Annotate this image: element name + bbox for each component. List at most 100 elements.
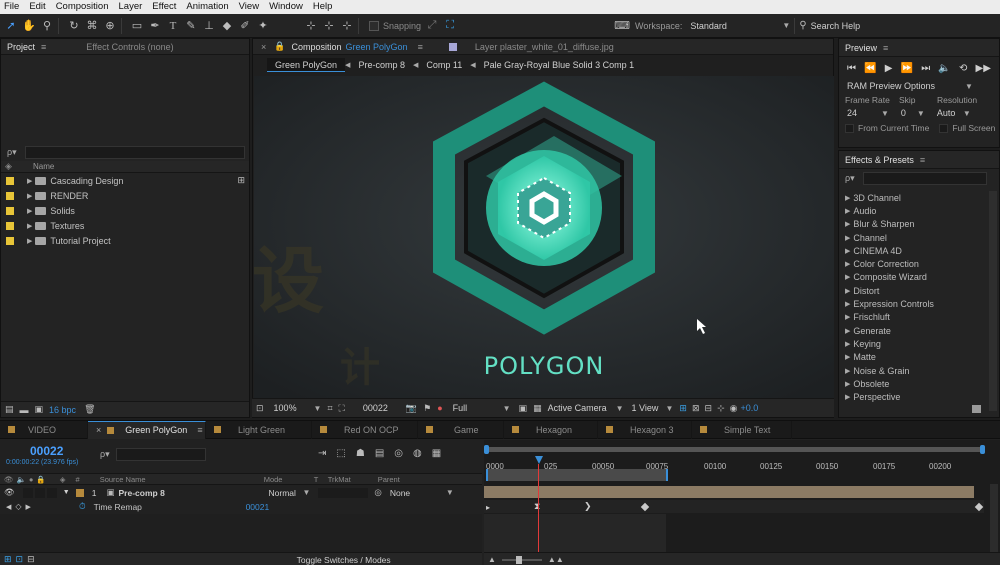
project-item-cascading-design[interactable]: ▶ Cascading Design ⊞ <box>1 173 249 188</box>
work-area-end-handle[interactable] <box>980 445 985 454</box>
mode-dropdown-icon[interactable]: ▼ <box>303 488 311 497</box>
views-select[interactable]: 1 View <box>632 403 666 413</box>
expand-arrow-icon[interactable]: ▶ <box>27 177 32 185</box>
motion-blur-icon[interactable]: ◎ <box>394 448 403 459</box>
skip-dropdown-icon[interactable]: ▼ <box>917 109 925 118</box>
close-tab-icon[interactable]: × <box>261 42 266 52</box>
menu-view[interactable]: View <box>235 0 265 14</box>
camera-dropdown-icon[interactable]: ▼ <box>616 404 624 413</box>
tab-effect-controls[interactable]: Effect Controls (none) <box>86 42 173 52</box>
grid-icon[interactable]: ⌗ <box>327 403 332 414</box>
timeline-tab-simple-text[interactable]: Simple Text <box>692 420 792 439</box>
new-folder-icon[interactable]: ▬ <box>20 405 29 415</box>
brush-tool-icon[interactable]: ✎ <box>184 19 198 33</box>
project-column-name[interactable]: Name <box>33 162 54 171</box>
expand-arrow-icon[interactable]: ▶ <box>27 222 32 230</box>
expand-arrow-icon[interactable]: ▶ <box>27 192 32 200</box>
time-remap-row[interactable]: ◀ ◇ ▶ ⏱ Time Remap 00021 <box>0 500 482 513</box>
effect-category[interactable]: ▶ Channel <box>839 231 999 244</box>
graph-editor-icon[interactable]: ▦ <box>432 448 441 459</box>
resolution-dropdown-icon[interactable]: ▼ <box>503 404 511 413</box>
clone-stamp-tool-icon[interactable]: ⊥ <box>202 19 216 33</box>
layer-duration-bar[interactable] <box>484 486 974 498</box>
ram-preview-options-row[interactable]: RAM Preview Options ▼ <box>839 79 999 93</box>
expand-arrow-icon[interactable]: ▶ <box>845 300 850 308</box>
breadcrumb-green-polygon[interactable]: Green PolyGon <box>267 58 346 72</box>
last-frame-icon[interactable]: ⏭ <box>921 63 930 74</box>
pan-behind-tool-icon[interactable]: ⊕ <box>103 19 117 33</box>
effect-category[interactable]: ▶ Keying <box>839 337 999 350</box>
eye-column-icon[interactable]: 👁 <box>4 475 14 484</box>
interpret-footage-icon[interactable]: ▤ <box>5 404 14 415</box>
tab-project[interactable]: Project <box>7 42 35 52</box>
close-tab-icon[interactable]: × <box>96 425 101 435</box>
composition-viewer[interactable]: 设 中 计 POLYGON <box>254 76 834 398</box>
camera-select[interactable]: Active Camera <box>548 403 616 413</box>
layer-row[interactable]: 👁 ▼ 1 ▣ Pre-comp 8 Normal ▼ ◎ None ▼ <box>0 486 482 499</box>
parent-select[interactable]: None <box>390 488 446 498</box>
effect-category[interactable]: ▶ Perspective <box>839 390 999 403</box>
toggle-pixel-aspect-icon[interactable]: ⊞ <box>679 403 687 414</box>
snapping-checkbox[interactable] <box>369 20 379 31</box>
label-swatch[interactable] <box>6 206 14 215</box>
camera-tool-icon[interactable]: ⌘ <box>85 19 99 33</box>
trash-icon[interactable]: 🗑 <box>84 404 95 415</box>
keyframe-diamond[interactable] <box>640 502 650 512</box>
in-out-icon[interactable]: ⊟ <box>27 554 35 565</box>
flowchart-icon[interactable]: ⊹ <box>717 403 725 414</box>
expand-arrow-icon[interactable]: ▶ <box>845 194 850 202</box>
expand-arrow-icon[interactable]: ▶ <box>845 207 850 215</box>
effect-category[interactable]: ▶ Matte <box>839 351 999 364</box>
zoom-dropdown-icon[interactable]: ▼ <box>314 404 322 413</box>
preview-title[interactable]: Preview <box>845 43 877 53</box>
search-help-icon[interactable]: ⚲ <box>799 20 806 31</box>
layer-name[interactable]: Pre-comp 8 <box>119 488 269 498</box>
project-search-input[interactable] <box>25 145 245 159</box>
expand-arrow-icon[interactable]: ▶ <box>845 353 850 361</box>
menu-window[interactable]: Window <box>265 0 309 14</box>
audio-column-icon[interactable]: 🔈 <box>17 475 26 484</box>
ram-preview-options[interactable]: RAM Preview Options <box>847 81 965 91</box>
label-swatch[interactable] <box>6 221 14 230</box>
zoom-out-icon[interactable]: ▲ <box>488 555 496 564</box>
expand-arrow-icon[interactable]: ▶ <box>845 220 850 228</box>
keyframe-diamond[interactable] <box>974 502 984 512</box>
label-swatch[interactable] <box>6 176 14 185</box>
panel-menu-icon[interactable]: ≡ <box>197 425 202 435</box>
work-area-start-handle[interactable] <box>484 445 489 454</box>
menu-help[interactable]: Help <box>309 0 339 14</box>
timeline-scrollbar[interactable] <box>990 484 998 552</box>
from-current-time-checkbox[interactable] <box>845 123 854 133</box>
show-snapshot-icon[interactable]: ⚑ <box>423 403 431 414</box>
timeline-tab-red-on-ocp[interactable]: Red ON OCP <box>312 420 418 439</box>
keyframe-arrow-icon[interactable]: ❯ <box>584 501 592 512</box>
toggle-switches-modes[interactable]: Toggle Switches / Modes <box>297 555 391 565</box>
project-item-render[interactable]: ▶ RENDER <box>1 188 249 203</box>
snap-features-icon[interactable]: ⛶ <box>443 19 457 33</box>
project-item-solids[interactable]: ▶ Solids <box>1 203 249 218</box>
loop-icon[interactable]: ⟲ <box>959 63 967 74</box>
frame-rate-dropdown-icon[interactable]: ▼ <box>881 109 889 118</box>
composition-tab-name[interactable]: Green PolyGon <box>346 42 408 52</box>
hand-tool-icon[interactable]: ✋ <box>22 19 36 33</box>
reset-exposure-icon[interactable]: ◉ <box>730 403 738 414</box>
ram-preview-icon[interactable]: ▶▶ <box>976 63 991 74</box>
resolution-value[interactable]: Auto <box>937 108 963 118</box>
parent-dropdown-icon[interactable]: ▼ <box>446 488 454 497</box>
layer-label-swatch[interactable] <box>75 488 84 497</box>
label-swatch[interactable] <box>6 236 14 245</box>
comp-flowchart-icon[interactable]: ⇥ <box>318 448 326 459</box>
selection-tool-icon[interactable]: ➚ <box>4 19 18 33</box>
panel-menu-icon[interactable]: ≡ <box>883 43 888 53</box>
effect-category[interactable]: ▶ Composite Wizard <box>839 271 999 284</box>
pickwhip-icon[interactable]: ◎ <box>374 487 381 498</box>
always-preview-icon[interactable]: ⊡ <box>256 403 264 414</box>
label-column-icon[interactable]: ◈ <box>1 161 21 172</box>
previous-keyframe-icon[interactable]: ◀ <box>6 503 11 511</box>
zoom-slider-track[interactable] <box>501 555 542 564</box>
brainstorm-icon[interactable]: ◍ <box>413 448 422 459</box>
roto-brush-tool-icon[interactable]: ✐ <box>238 19 252 33</box>
trkmat-select[interactable] <box>318 487 369 498</box>
effect-category[interactable]: ▶ Expression Controls <box>839 297 999 310</box>
snapshot-icon[interactable]: 📷 <box>406 403 417 414</box>
